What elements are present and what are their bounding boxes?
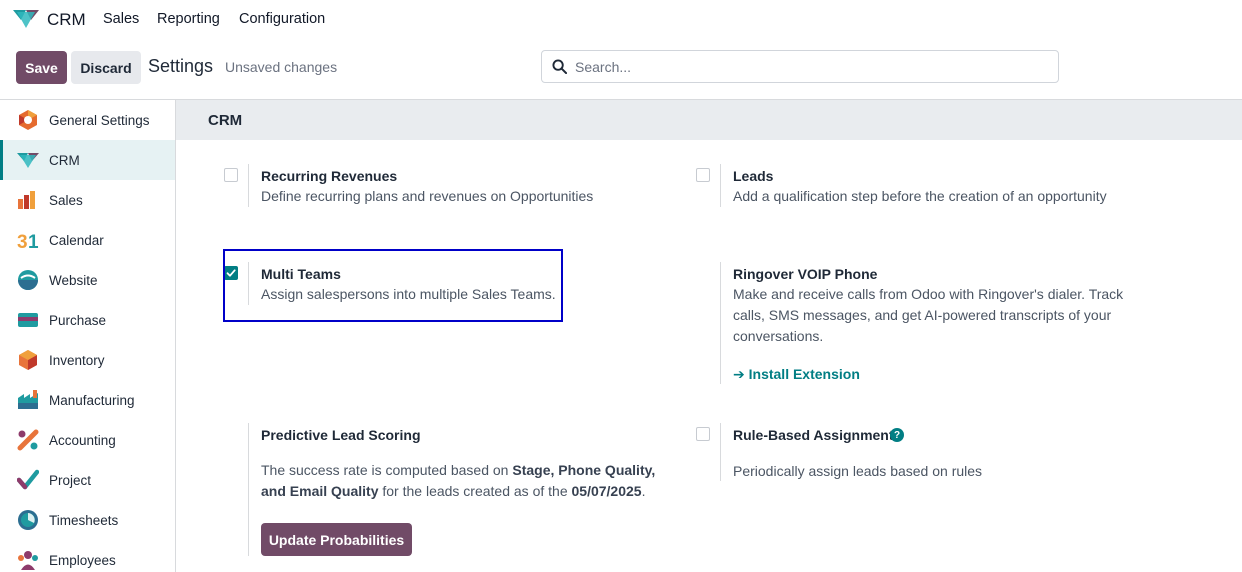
setting-divider xyxy=(720,423,721,481)
employees-icon xyxy=(17,549,39,571)
setting-divider xyxy=(248,164,249,207)
sidebar-item-label: Sales xyxy=(49,193,83,208)
sidebar-item-inventory[interactable]: Inventory xyxy=(0,340,175,380)
sidebar-item-crm[interactable]: CRM xyxy=(0,140,175,180)
sidebar-item-label: Accounting xyxy=(49,433,116,448)
sidebar-item-purchase[interactable]: Purchase xyxy=(0,300,175,340)
svg-text:3: 3 xyxy=(17,232,28,251)
leads-title: Leads xyxy=(733,168,774,184)
unsaved-changes-status: Unsaved changes xyxy=(225,59,338,75)
sidebar-item-label: Timesheets xyxy=(49,513,119,528)
general-settings-icon xyxy=(17,109,39,131)
search-bar[interactable] xyxy=(541,50,1059,83)
app-name[interactable]: CRM xyxy=(47,10,86,30)
menu-reporting[interactable]: Reporting xyxy=(157,11,220,27)
timesheets-icon xyxy=(17,509,39,531)
accounting-icon xyxy=(17,429,39,451)
recurring-revenues-title: Recurring Revenues xyxy=(261,168,398,184)
search-input[interactable] xyxy=(575,58,1035,75)
purchase-icon xyxy=(17,309,39,331)
calendar-icon: 31 xyxy=(17,229,39,251)
recurring-revenues-desc: Define recurring plans and revenues on O… xyxy=(261,188,594,204)
leads-desc: Add a qualification step before the crea… xyxy=(733,188,1107,204)
settings-sidebar: General Settings CRM Sales 31 Calendar W… xyxy=(0,100,176,572)
crm-icon xyxy=(17,149,39,171)
arrow-right-icon: ➔ xyxy=(733,366,749,382)
sidebar-item-label: Project xyxy=(49,473,92,488)
search-icon xyxy=(552,59,567,74)
rule-based-assignment-checkbox[interactable] xyxy=(696,427,710,441)
sales-icon xyxy=(17,189,39,211)
section-header: CRM xyxy=(176,100,1242,140)
sidebar-item-website[interactable]: Website xyxy=(0,260,175,300)
voip-desc-line: conversations. xyxy=(733,328,824,344)
website-icon xyxy=(17,269,39,291)
sidebar-item-manufacturing[interactable]: Manufacturing xyxy=(0,380,175,420)
rule-based-title: Rule-Based Assignment xyxy=(733,427,894,443)
setting-divider xyxy=(248,423,249,556)
sidebar-item-calendar[interactable]: 31 Calendar xyxy=(0,220,175,260)
sidebar-item-project[interactable]: Project xyxy=(0,460,175,500)
rule-based-desc: Periodically assign leads based on rules xyxy=(733,463,983,479)
inventory-icon xyxy=(17,349,39,371)
sidebar-item-label: Purchase xyxy=(49,313,107,328)
crm-app-icon[interactable] xyxy=(13,10,39,28)
voip-desc-line: calls, SMS messages, and get AI-powered … xyxy=(733,307,1112,323)
section-title: CRM xyxy=(208,112,243,129)
sidebar-item-employees[interactable]: Employees xyxy=(0,540,175,572)
sidebar-item-general-settings[interactable]: General Settings xyxy=(0,100,175,140)
install-extension-link[interactable]: ➔ Install Extension xyxy=(733,366,860,383)
sidebar-item-label: Website xyxy=(49,273,98,288)
sidebar-item-label: Calendar xyxy=(49,233,104,248)
recurring-revenues-checkbox[interactable] xyxy=(224,168,238,182)
voip-title: Ringover VOIP Phone xyxy=(733,266,878,282)
page-title: Settings xyxy=(148,56,214,76)
sidebar-item-timesheets[interactable]: Timesheets xyxy=(0,500,175,540)
svg-text:1: 1 xyxy=(28,232,39,251)
focus-highlight xyxy=(223,249,563,322)
update-probabilities-button[interactable]: Update Probabilities xyxy=(261,523,412,556)
sidebar-item-label: Manufacturing xyxy=(49,393,135,408)
voip-desc-line: Make and receive calls from Odoo with Ri… xyxy=(733,286,1124,302)
sidebar-item-accounting[interactable]: Accounting xyxy=(0,420,175,460)
discard-button[interactable]: Discard xyxy=(71,51,141,84)
setting-divider xyxy=(720,164,721,207)
menu-configuration[interactable]: Configuration xyxy=(239,11,325,27)
sidebar-item-label: CRM xyxy=(49,153,80,168)
install-extension-label: Install Extension xyxy=(748,366,860,382)
save-button[interactable]: Save xyxy=(16,51,67,84)
predictive-desc: The success rate is computed based on St… xyxy=(261,462,656,499)
leads-checkbox[interactable] xyxy=(696,168,710,182)
sidebar-item-label: General Settings xyxy=(49,113,150,128)
sidebar-item-label: Inventory xyxy=(49,353,105,368)
sidebar-item-sales[interactable]: Sales xyxy=(0,180,175,220)
top-navbar: CRM Sales Reporting Configuration xyxy=(0,0,1242,40)
predictive-title: Predictive Lead Scoring xyxy=(261,427,421,443)
menu-sales[interactable]: Sales xyxy=(103,11,139,27)
help-icon[interactable]: ? xyxy=(890,428,904,442)
project-icon xyxy=(17,469,39,491)
setting-divider xyxy=(720,262,721,384)
sidebar-item-label: Employees xyxy=(49,553,116,568)
manufacturing-icon xyxy=(17,389,39,411)
